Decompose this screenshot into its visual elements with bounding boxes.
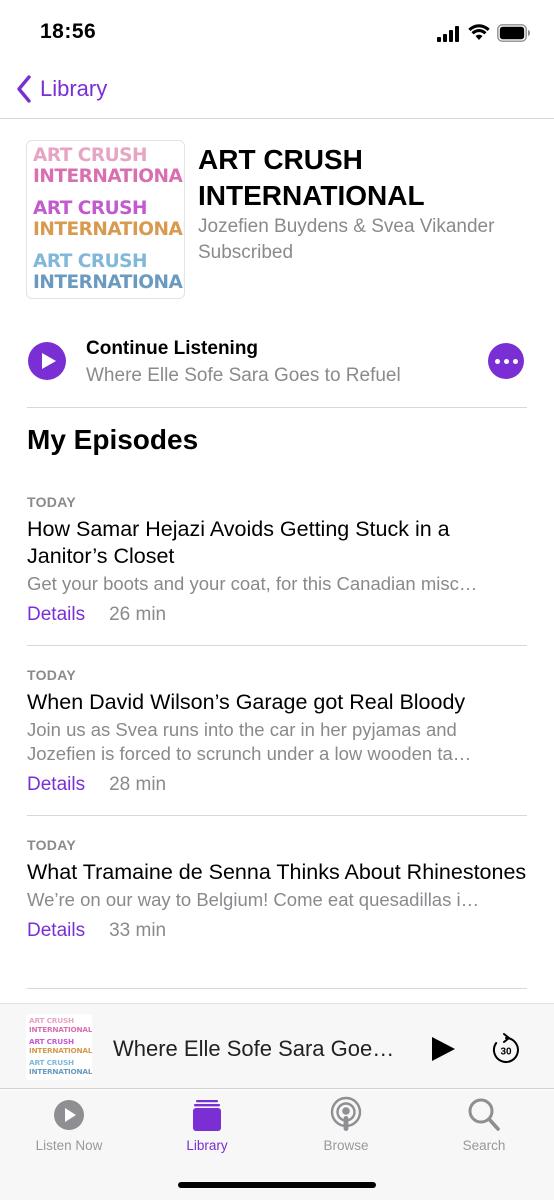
artwork-text: ART CRUSH <box>33 251 147 272</box>
continue-listening-title[interactable]: Continue Listening <box>86 338 258 360</box>
episode-item[interactable]: TODAY What Tramaine de Senna Thinks Abou… <box>27 837 527 942</box>
tab-label: Browse <box>323 1138 369 1153</box>
mini-player-artwork: ART CRUSH INTERNATIONAL ART CRUSH INTERN… <box>26 1014 92 1080</box>
tab-library[interactable]: Library <box>157 1096 257 1153</box>
artwork-text: ART CRUSH <box>33 198 147 219</box>
play-circle-icon <box>54 1100 84 1130</box>
episode-divider <box>27 645 527 646</box>
mini-player[interactable]: ART CRUSH INTERNATIONAL ART CRUSH INTERN… <box>0 1003 554 1089</box>
more-options-button[interactable] <box>488 343 524 379</box>
podcast-title: ART CRUSH INTERNATIONAL <box>198 144 425 211</box>
section-divider <box>27 407 527 408</box>
subscription-status: Subscribed <box>198 242 294 263</box>
podcast-icon <box>330 1096 362 1131</box>
episode-date: TODAY <box>27 667 76 683</box>
back-label: Library <box>40 76 108 101</box>
episode-duration: 28 min <box>109 774 167 795</box>
library-icon <box>193 1100 221 1131</box>
battery-icon <box>497 24 530 42</box>
chevron-left-icon <box>17 75 31 103</box>
artwork-text: INTERNATIONAL <box>33 219 185 240</box>
tab-listen-now[interactable]: Listen Now <box>19 1096 119 1153</box>
mini-player-title[interactable]: Where Elle Sofe Sara Goe… <box>113 1036 394 1062</box>
episode-description: We’re on our way to Belgium! Come eat qu… <box>27 889 480 910</box>
episode-title[interactable]: What Tramaine de Senna Thinks About Rhin… <box>27 859 527 886</box>
podcast-artwork: ART CRUSH INTERNATIONAL ART CRUSH INTERN… <box>26 140 185 299</box>
episode-details-link[interactable]: Details <box>27 604 85 626</box>
episode-details-link[interactable]: Details <box>27 774 85 796</box>
episode-duration: 33 min <box>109 920 167 941</box>
podcast-author[interactable]: Jozefien Buydens & Svea Vikander <box>198 216 494 238</box>
dot <box>503 358 509 364</box>
back-button[interactable]: Library <box>14 72 107 106</box>
signal-icon <box>437 26 461 42</box>
dot <box>494 358 500 364</box>
home-indicator <box>178 1182 376 1188</box>
skip-forward-30-icon[interactable]: 30 <box>490 1032 522 1066</box>
nav-divider <box>0 118 554 119</box>
status-time: 18:56 <box>40 20 97 43</box>
episode-date: TODAY <box>27 837 76 853</box>
play-icon[interactable] <box>430 1036 456 1062</box>
artwork-text: INTERNATIONAL <box>33 166 185 187</box>
search-icon <box>468 1098 500 1131</box>
continue-episode-title[interactable]: Where Elle Sofe Sara Goes to Refuel <box>86 365 401 387</box>
wifi-icon <box>468 24 490 40</box>
episode-divider <box>27 988 527 989</box>
status-bar: 18:56 <box>0 0 554 66</box>
play-icon <box>41 353 56 369</box>
episode-date: TODAY <box>27 494 76 510</box>
continue-play-button[interactable] <box>28 342 66 380</box>
tab-label: Search <box>462 1138 506 1153</box>
episode-title[interactable]: When David Wilson’s Garage got Real Bloo… <box>27 689 527 716</box>
episode-description: Get your boots and your coat, for this C… <box>27 573 478 594</box>
svg-text:30: 30 <box>500 1047 512 1058</box>
episode-title[interactable]: How Samar Hejazi Avoids Getting Stuck in… <box>27 516 527 570</box>
episode-details-link[interactable]: Details <box>27 920 85 942</box>
tab-label: Library <box>186 1138 228 1153</box>
tab-search[interactable]: Search <box>434 1096 534 1153</box>
artwork-text: INTERNATIONAL <box>33 272 185 293</box>
episode-duration: 26 min <box>109 604 167 625</box>
artwork-text: ART CRUSH <box>33 145 147 166</box>
episode-item[interactable]: TODAY When David Wilson’s Garage got Rea… <box>27 667 527 796</box>
episode-divider <box>27 815 527 816</box>
tab-label: Listen Now <box>35 1138 103 1153</box>
dot <box>512 358 518 364</box>
tab-browse[interactable]: Browse <box>296 1096 396 1153</box>
section-title: My Episodes <box>27 424 199 455</box>
episode-description: Join us as Svea runs into the car in her… <box>27 719 472 764</box>
episode-item[interactable]: TODAY How Samar Hejazi Avoids Getting St… <box>27 494 527 626</box>
